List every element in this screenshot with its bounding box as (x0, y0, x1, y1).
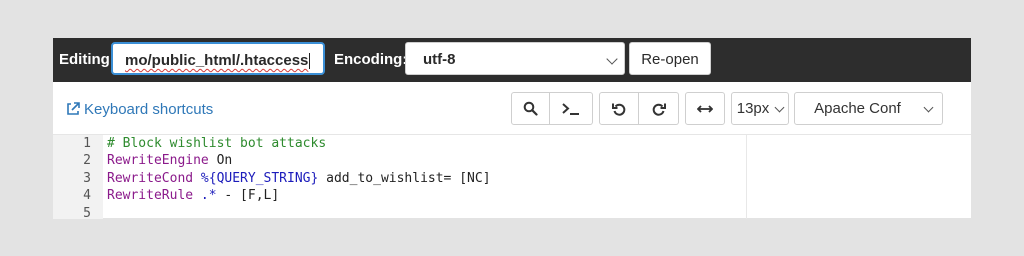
comment-token: # Block wishlist bot attacks (107, 136, 327, 151)
line-number: 5 (83, 205, 91, 221)
search-button[interactable] (511, 92, 550, 125)
redo-button[interactable] (639, 92, 679, 125)
encoding-select[interactable]: utf-8 (405, 42, 625, 75)
external-link-icon (67, 102, 80, 115)
font-size-select[interactable]: 13px (731, 92, 789, 125)
chevron-down-icon (923, 102, 934, 113)
file-path-input[interactable]: mo/public_html/.htaccess (111, 42, 325, 75)
search-icon (523, 101, 538, 116)
encoding-label: Encoding: (334, 51, 408, 68)
chevron-down-icon (774, 102, 785, 112)
redo-icon (652, 103, 666, 116)
editor-header-bar: Editing: mo/public_html/.htaccess Encodi… (53, 38, 971, 82)
variable-token: .* (193, 188, 217, 204)
directive-token: RewriteCond (107, 170, 194, 186)
code-line: # Block wishlist bot attacks (107, 135, 747, 152)
wrap-toggle-button[interactable] (685, 92, 725, 125)
code-line: RewriteCond %{QUERY_STRING} add_to_wishl… (107, 170, 747, 187)
font-size-value: 13px (736, 100, 770, 117)
code-editor[interactable]: 1 2 3 4 5 # Block wishlist bot attacks R… (53, 134, 971, 222)
variable-token: %{QUERY_STRING} (193, 170, 319, 186)
syntax-mode-value: Apache Conf (814, 100, 901, 117)
goto-line-button[interactable] (550, 92, 593, 125)
keyboard-shortcuts-link[interactable]: Keyboard shortcuts (66, 101, 213, 118)
line-number: 2 (83, 153, 91, 169)
keyboard-shortcuts-label: Keyboard shortcuts (84, 101, 214, 118)
text-token: - [F,L] (216, 188, 280, 204)
code-lines[interactable]: # Block wishlist bot attacks RewriteEngi… (107, 135, 747, 222)
line-number: 4 (83, 188, 91, 204)
reopen-button[interactable]: Re-open (629, 42, 711, 75)
text-token: add_to_wishlist= [NC] (318, 170, 491, 186)
terminal-icon (562, 102, 579, 115)
line-number: 1 (83, 136, 91, 151)
code-line: RewriteRule .* - [F,L] (107, 187, 747, 204)
chevron-down-icon (606, 53, 618, 65)
line-number-gutter: 1 2 3 4 5 (53, 135, 103, 221)
text-caret (309, 53, 311, 70)
editor-toolbar: Keyboard shortcuts 13px Apache Conf (53, 82, 971, 134)
file-path-text: mo/public_html/.htaccess (125, 52, 309, 69)
directive-token: RewriteRule (107, 188, 194, 204)
syntax-mode-select[interactable]: Apache Conf (794, 92, 943, 125)
directive-token: RewriteEngine (107, 153, 209, 169)
code-line: RewriteEngine On (107, 152, 747, 169)
line-number: 3 (83, 170, 91, 186)
print-margin (746, 135, 747, 219)
wrap-icon (697, 104, 713, 113)
undo-icon (612, 103, 626, 116)
encoding-value: utf-8 (423, 51, 456, 68)
editing-label: Editing: (59, 51, 115, 68)
text-token: On (208, 153, 233, 169)
file-editor-panel: Editing: mo/public_html/.htaccess Encodi… (53, 38, 971, 222)
undo-button[interactable] (599, 92, 639, 125)
